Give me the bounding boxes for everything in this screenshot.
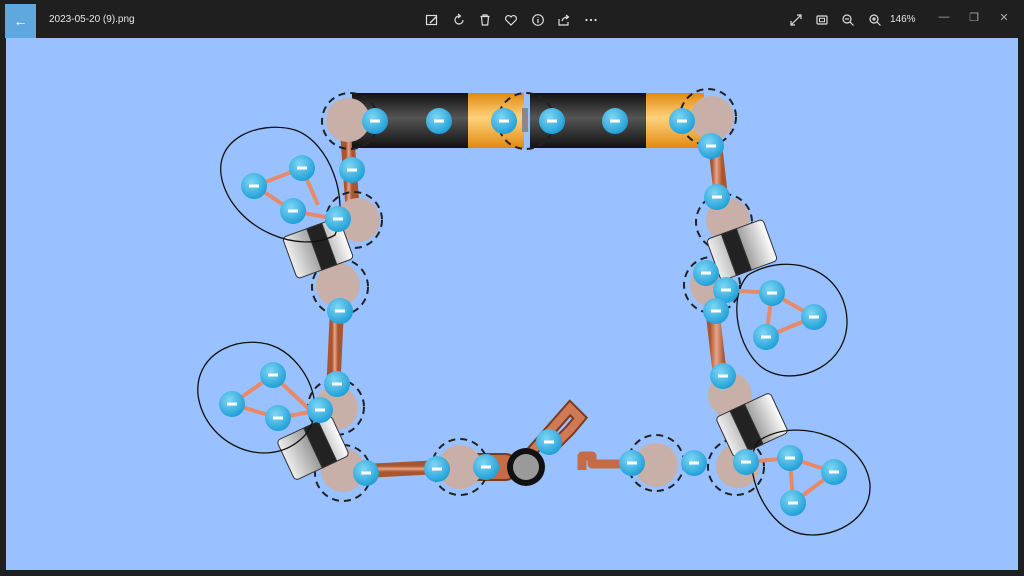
electron xyxy=(703,298,729,324)
electron xyxy=(753,324,779,350)
electron xyxy=(619,450,645,476)
zoom-in-button[interactable] xyxy=(865,10,885,30)
circuit-illustration xyxy=(197,88,871,536)
close-button[interactable]: ✕ xyxy=(992,9,1016,25)
delete-icon xyxy=(480,14,490,26)
electron xyxy=(324,371,350,397)
info-button[interactable] xyxy=(528,10,548,30)
more-icon xyxy=(585,18,597,22)
title-bar: ← 2023-05-20 (9).png 146% — ❐ ✕ xyxy=(0,0,1024,38)
delete-button[interactable] xyxy=(475,10,495,30)
electron xyxy=(307,397,333,423)
zoom-in-icon xyxy=(869,14,881,26)
zoom-level[interactable]: 146% xyxy=(890,14,916,25)
image-canvas[interactable] xyxy=(6,38,1018,570)
rotate-icon xyxy=(454,13,464,25)
fit-to-window-button[interactable] xyxy=(812,10,832,30)
electron xyxy=(780,490,806,516)
electron xyxy=(821,459,847,485)
electron xyxy=(777,445,803,471)
electron xyxy=(681,450,707,476)
share-button[interactable] xyxy=(554,10,574,30)
electron xyxy=(353,460,379,486)
more-button[interactable] xyxy=(581,10,601,30)
zoom-out-button[interactable] xyxy=(838,10,858,30)
restore-icon: ❐ xyxy=(969,11,979,24)
edit-image-button[interactable] xyxy=(422,10,442,30)
minimize-button[interactable]: — xyxy=(932,9,956,25)
rotate-button[interactable] xyxy=(449,10,469,30)
electron xyxy=(289,155,315,181)
electron xyxy=(602,108,628,134)
electron xyxy=(669,108,695,134)
electron xyxy=(759,280,785,306)
close-icon: ✕ xyxy=(999,11,1009,24)
electron xyxy=(424,456,450,482)
electron xyxy=(362,108,388,134)
electron xyxy=(325,206,351,232)
fullscreen-icon xyxy=(790,14,802,26)
electron xyxy=(241,173,267,199)
electron xyxy=(704,184,730,210)
edit-image-icon xyxy=(425,14,438,26)
favorite-icon xyxy=(505,15,517,26)
electron xyxy=(339,157,365,183)
back-arrow-icon: ← xyxy=(13,13,28,29)
minimize-icon: — xyxy=(938,11,950,23)
back-button[interactable]: ← xyxy=(5,4,36,38)
electron xyxy=(801,304,827,330)
electron xyxy=(426,108,452,134)
info-icon xyxy=(532,14,544,26)
electron xyxy=(280,198,306,224)
electron xyxy=(710,363,736,389)
electron xyxy=(265,405,291,431)
electron xyxy=(733,449,759,475)
electron xyxy=(539,108,565,134)
electron xyxy=(260,362,286,388)
favorite-button[interactable] xyxy=(501,10,521,30)
zoom-out-icon xyxy=(842,14,854,26)
electron xyxy=(327,298,353,324)
fullscreen-button[interactable] xyxy=(786,10,806,30)
electron xyxy=(219,391,245,417)
fit-to-window-icon xyxy=(816,15,828,25)
electron xyxy=(536,429,562,455)
share-icon xyxy=(558,14,570,26)
electron xyxy=(698,133,724,159)
electron xyxy=(491,108,517,134)
file-name: 2023-05-20 (9).png xyxy=(49,14,135,25)
electron xyxy=(693,260,719,286)
junctions xyxy=(314,96,760,492)
electron xyxy=(473,454,499,480)
photos-app-window: ← 2023-05-20 (9).png 146% — ❐ ✕ xyxy=(0,0,1024,576)
maximize-button[interactable]: ❐ xyxy=(962,9,986,25)
